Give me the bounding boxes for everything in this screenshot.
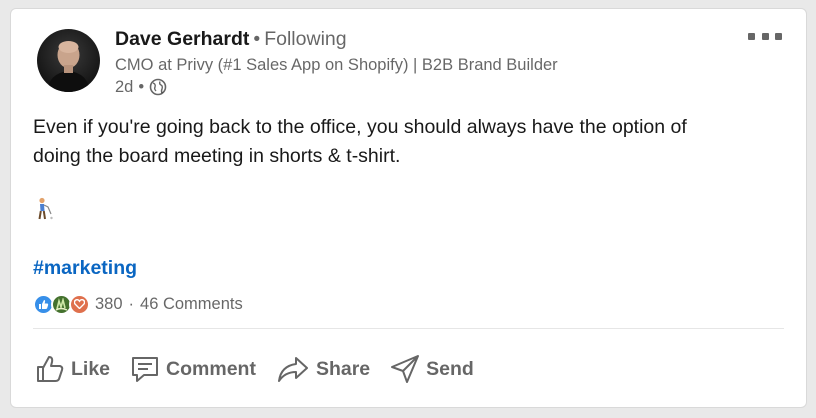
- send-button[interactable]: Send: [384, 347, 480, 391]
- avatar[interactable]: [37, 29, 100, 92]
- thumbs-up-icon: [37, 356, 64, 382]
- paper-plane-icon: [391, 355, 420, 383]
- hashtag-link[interactable]: #marketing: [33, 255, 137, 281]
- post-time: 2d: [115, 78, 134, 96]
- post-meta: 2d •: [115, 76, 167, 98]
- post-text-line: doing the board meeting in shorts & t-sh…: [33, 145, 401, 167]
- comment-button[interactable]: Comment: [124, 347, 262, 391]
- love-icon: [69, 293, 90, 315]
- post-text: Even if you're going back to the office,…: [33, 113, 793, 171]
- comment-icon: [132, 357, 159, 382]
- like-label: Like: [71, 357, 111, 380]
- count-separator: ·: [128, 294, 135, 313]
- globe-icon: [149, 78, 167, 96]
- author-name[interactable]: Dave Gerhardt: [115, 28, 249, 50]
- separator-dot: •: [253, 28, 261, 50]
- post-text-line: Even if you're going back to the office,…: [33, 116, 687, 138]
- social-counts: 380 · 46 Comments: [33, 291, 243, 317]
- divider: [33, 328, 784, 329]
- golfer-icon: [38, 197, 53, 220]
- author-headline: CMO at Privy (#1 Sales App on Shopify) |…: [115, 56, 558, 74]
- feed-post-card: Dave Gerhardt • Following CMO at Privy (#1…: [10, 8, 807, 408]
- follow-status: Following: [264, 28, 347, 50]
- action-bar: Like Comment Share Send: [29, 347, 488, 391]
- share-arrow-icon: [277, 357, 308, 382]
- comment-count[interactable]: 46 Comments: [140, 295, 243, 314]
- share-button[interactable]: Share: [270, 347, 376, 391]
- send-label: Send: [426, 357, 474, 380]
- reaction-stack[interactable]: [33, 293, 90, 315]
- separator-dot: •: [138, 78, 145, 96]
- more-options-icon[interactable]: [748, 29, 782, 43]
- share-label: Share: [315, 357, 371, 380]
- author-line: Dave Gerhardt • Following: [115, 26, 347, 52]
- comment-label: Comment: [166, 357, 256, 380]
- avatar-portrait: [47, 41, 90, 92]
- like-button[interactable]: Like: [29, 347, 116, 391]
- reaction-count[interactable]: 380: [95, 295, 123, 314]
